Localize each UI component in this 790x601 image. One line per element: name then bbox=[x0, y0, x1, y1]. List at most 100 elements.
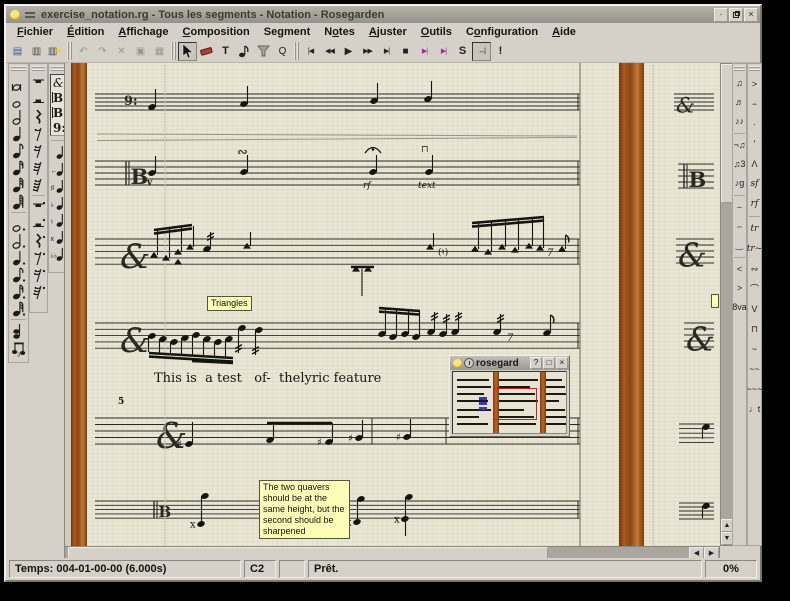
panner-view-rectangle[interactable] bbox=[493, 388, 537, 420]
window-shade-icon[interactable] bbox=[24, 10, 36, 20]
print-preview-button[interactable]: ▥⚡ bbox=[46, 42, 65, 61]
inverted-mordent-button[interactable]: ~~ bbox=[746, 359, 763, 379]
menu-notes[interactable]: Notes bbox=[317, 25, 362, 39]
fast-forward-button[interactable]: ▶▶ bbox=[358, 42, 377, 61]
palette-handle[interactable] bbox=[51, 66, 65, 71]
tenuto-button[interactable]: − bbox=[746, 94, 763, 114]
panner-maximize-button[interactable]: □ bbox=[543, 357, 555, 369]
maximize-button[interactable] bbox=[729, 8, 743, 22]
panner-thumbnail[interactable] bbox=[452, 371, 567, 434]
menu-affichage[interactable]: Affichage bbox=[111, 25, 175, 39]
triplet-mode-button[interactable]: 3 bbox=[10, 339, 27, 356]
panner-close-button[interactable]: × bbox=[556, 357, 568, 369]
solo-button[interactable]: S bbox=[453, 42, 472, 61]
up-bow-button[interactable]: V bbox=[746, 299, 763, 319]
sixteenth-rest-button[interactable] bbox=[30, 142, 47, 159]
minimize-button[interactable]: · bbox=[714, 8, 728, 22]
quarter-button[interactable] bbox=[10, 125, 27, 142]
paste-button[interactable]: ▦ bbox=[150, 42, 169, 61]
thirtysecond-rest-button[interactable] bbox=[30, 159, 47, 176]
palette-handle[interactable] bbox=[11, 66, 26, 71]
dotted-quarter-rest-button[interactable] bbox=[30, 232, 47, 249]
rewind-button[interactable]: ◀◀ bbox=[320, 42, 339, 61]
dotted-sixteenth-button[interactable] bbox=[10, 283, 27, 300]
sixtyfourth-button[interactable] bbox=[10, 193, 27, 210]
sixtyfourth-rest-button[interactable] bbox=[30, 176, 47, 193]
dotted-quarter-button[interactable] bbox=[10, 249, 27, 266]
filter-button[interactable] bbox=[254, 42, 273, 61]
undo-button[interactable]: ↶ bbox=[74, 42, 93, 61]
extended-trill-button[interactable]: tr~ bbox=[746, 239, 763, 259]
rewind-to-start-button[interactable]: |◀ bbox=[301, 42, 320, 61]
score-page-2 bbox=[644, 63, 720, 546]
tracking-button[interactable]: ↔| bbox=[472, 42, 491, 61]
whole-rest-button[interactable] bbox=[30, 74, 47, 91]
whole-button[interactable] bbox=[10, 91, 27, 108]
stop-button[interactable]: ■ bbox=[396, 42, 415, 61]
dotted-sixteenth-rest-button[interactable] bbox=[30, 266, 47, 283]
mordent-button[interactable]: ~ bbox=[746, 339, 763, 359]
menu-segment[interactable]: Segment bbox=[257, 25, 317, 39]
turn-button[interactable]: ∾ bbox=[746, 259, 763, 279]
panner-help-button[interactable]: ? bbox=[530, 357, 542, 369]
palette-handle[interactable] bbox=[32, 66, 46, 71]
chord-mode-button[interactable] bbox=[10, 322, 27, 339]
copy-button[interactable]: ▣ bbox=[131, 42, 150, 61]
dotted-whole-rest-button[interactable] bbox=[30, 198, 47, 215]
dotted-half-button[interactable] bbox=[10, 232, 27, 249]
title-bar[interactable]: exercise_notation.rg - Tous les segments… bbox=[6, 6, 760, 23]
palette-handle[interactable] bbox=[749, 66, 759, 71]
forward-to-end-button[interactable]: ▶| bbox=[377, 42, 396, 61]
punch-out-button[interactable]: ▶| bbox=[434, 42, 453, 61]
eighth-rest-button[interactable] bbox=[30, 125, 47, 142]
thirtysecond-button[interactable] bbox=[10, 176, 27, 193]
close-button[interactable]: × bbox=[744, 8, 758, 22]
sforzando-button[interactable]: sf bbox=[746, 174, 763, 194]
erase-tool-button[interactable] bbox=[197, 42, 216, 61]
punch-in-button[interactable]: ▶| bbox=[415, 42, 434, 61]
staccato-button[interactable]: · bbox=[746, 114, 763, 134]
sixteenth-button[interactable] bbox=[10, 159, 27, 176]
menu-ajuster[interactable]: Ajuster bbox=[362, 25, 414, 39]
down-bow-button[interactable]: ⊓ bbox=[746, 319, 763, 339]
trill-button[interactable]: tr bbox=[746, 219, 763, 239]
dotted-thirtysecond-button[interactable] bbox=[10, 300, 27, 317]
cut-button[interactable]: ✕ bbox=[112, 42, 131, 61]
menu-outils[interactable]: Outils bbox=[414, 25, 459, 39]
half-button[interactable] bbox=[10, 108, 27, 125]
breve-button[interactable] bbox=[10, 74, 27, 91]
menu-configuration[interactable]: Configuration bbox=[459, 25, 545, 39]
text-mark-button[interactable]: ♩t bbox=[746, 399, 763, 419]
fermata-button[interactable]: ⌒ bbox=[746, 279, 763, 299]
dotted-thirtysecond-rest-button[interactable] bbox=[30, 283, 47, 300]
staccatissimo-button[interactable]: ' bbox=[746, 134, 763, 154]
dotted-half-rest-button[interactable] bbox=[30, 215, 47, 232]
dotted-eighth-rest-button[interactable] bbox=[30, 249, 47, 266]
panner-title-bar[interactable]: rosegard ? □ × bbox=[450, 356, 569, 370]
palette-handle[interactable] bbox=[734, 66, 744, 71]
menu-composition[interactable]: Composition bbox=[176, 25, 257, 39]
select-tool-button[interactable] bbox=[178, 42, 197, 61]
rinforzando-button[interactable]: rf bbox=[746, 194, 763, 214]
marcato-button[interactable]: Λ bbox=[746, 154, 763, 174]
accent-button[interactable]: > bbox=[746, 74, 763, 94]
quantize-button[interactable]: Q bbox=[273, 42, 292, 61]
panic-button[interactable]: ! bbox=[491, 42, 510, 61]
note-tool-button[interactable] bbox=[235, 42, 254, 61]
play-button[interactable]: ▶ bbox=[339, 42, 358, 61]
long-trill-button[interactable]: ~~~ bbox=[746, 379, 763, 399]
redo-button[interactable]: ↷ bbox=[93, 42, 112, 61]
panner-window[interactable]: rosegard ? □ × bbox=[449, 355, 570, 437]
dotted-whole-button[interactable] bbox=[10, 215, 27, 232]
half-rest-button[interactable] bbox=[30, 91, 47, 108]
menu-edition[interactable]: Édition bbox=[60, 25, 111, 39]
dotted-eighth-button[interactable] bbox=[10, 266, 27, 283]
eighth-button[interactable] bbox=[10, 142, 27, 159]
save-button[interactable]: ▤ bbox=[8, 42, 27, 61]
notation-canvas[interactable] bbox=[64, 63, 720, 546]
menu-aide[interactable]: Aide bbox=[545, 25, 583, 39]
quarter-rest-button[interactable] bbox=[30, 108, 47, 125]
text-tool-button[interactable]: T bbox=[216, 42, 235, 61]
print-button[interactable]: ▥ bbox=[27, 42, 46, 61]
menu-fichier[interactable]: Fichier bbox=[10, 25, 60, 39]
